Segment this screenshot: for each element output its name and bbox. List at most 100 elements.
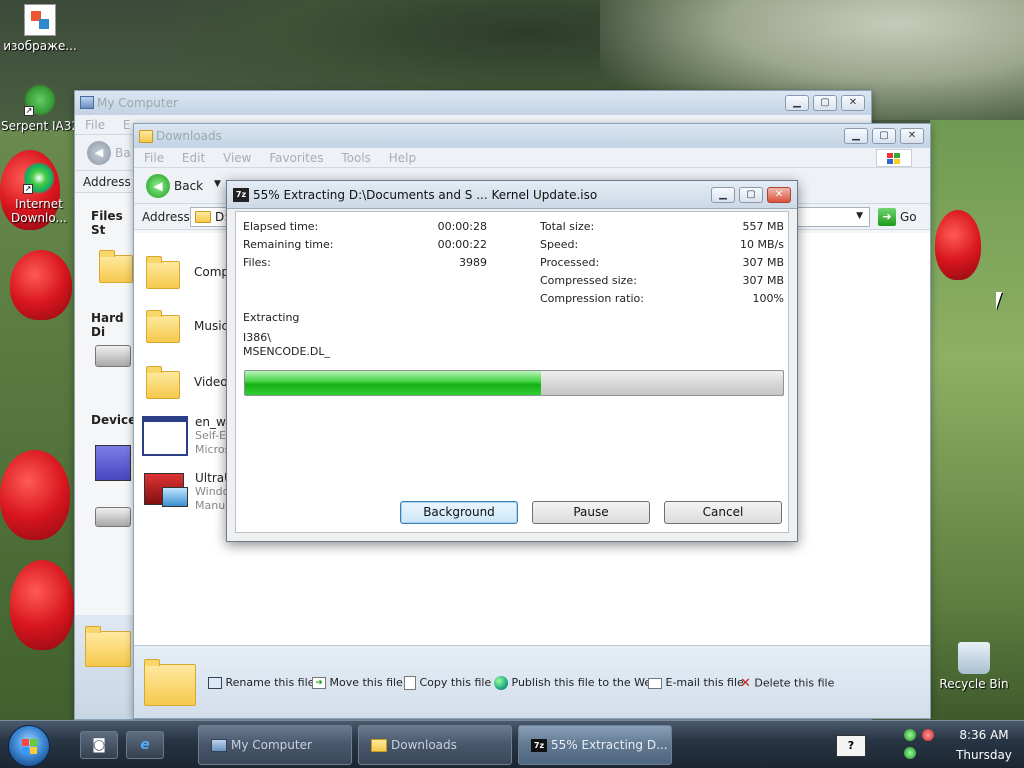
pause-button[interactable]: Pause: [532, 501, 650, 524]
show-desktop-icon: ◙: [92, 737, 106, 753]
file-name: Video: [194, 375, 228, 389]
cancel-button[interactable]: Cancel: [664, 501, 782, 524]
executable-window-icon: [142, 416, 188, 456]
desktop-icon-label: Serpent IA32: [0, 119, 80, 133]
quick-launch-desktop[interactable]: ◙: [80, 731, 118, 759]
desktop-icon-image[interactable]: изображе...: [0, 4, 80, 53]
back-arrow-icon[interactable]: ◀: [146, 174, 170, 198]
back-label[interactable]: Back: [174, 179, 203, 193]
file-type: Self-E: [195, 429, 226, 442]
chevron-down-icon[interactable]: ▼: [856, 211, 863, 221]
task-label: Delete this file: [754, 676, 835, 690]
extract-dialog-titlebar[interactable]: 7z 55% Extracting D:\Documents and S ...…: [227, 181, 797, 209]
desktop-icon-idm[interactable]: ↗ Internet Downlo...: [0, 162, 78, 225]
seven-zip-icon: 7z: [531, 739, 547, 752]
minimize-button[interactable]: ▁: [844, 128, 868, 144]
wallpaper-flower: [10, 560, 74, 650]
go-arrow-icon[interactable]: ➜: [878, 208, 896, 226]
chevron-down-icon[interactable]: ▼: [214, 179, 221, 189]
hard-drive-icon[interactable]: [95, 345, 131, 367]
folder-icon: [146, 256, 180, 289]
stat-row: Compression ratio: 100%: [540, 292, 784, 306]
clock[interactable]: 8:36 AM Thursday: [952, 725, 1016, 765]
current-file: MSENCODE.DL_: [243, 345, 331, 358]
internet-explorer-icon: e: [140, 737, 150, 753]
maximize-button[interactable]: ▢: [813, 95, 837, 111]
minimize-button[interactable]: ▁: [785, 95, 809, 111]
folder-icon: [371, 739, 387, 752]
file-type: Windo: [195, 485, 230, 498]
progress-fill: [245, 371, 541, 395]
window-title: My Computer: [97, 96, 178, 110]
stat-value: 3989: [459, 256, 487, 269]
my-computer-content: Files St Hard Di Devices: [75, 195, 143, 615]
taskbar-item-my-computer[interactable]: My Computer: [198, 725, 352, 765]
network-icon[interactable]: [904, 729, 916, 741]
cd-drive-icon[interactable]: [95, 507, 131, 527]
internet-download-manager-icon: ↗: [23, 162, 55, 194]
start-button[interactable]: [8, 725, 50, 767]
window-title: Downloads: [156, 129, 222, 143]
security-shield-icon[interactable]: [922, 729, 934, 741]
tray-app-icon[interactable]: [904, 747, 916, 759]
delete-icon: ✕: [740, 676, 751, 691]
stat-label: Elapsed time:: [243, 220, 319, 233]
close-button[interactable]: ✕: [900, 128, 924, 144]
stat-label: Compressed size:: [540, 274, 637, 287]
task-delete[interactable]: ✕ Delete this file: [740, 676, 834, 691]
stat-row: Processed: 307 MB: [540, 256, 784, 270]
desktop-icon-serpent[interactable]: ↗ Serpent IA32: [0, 84, 80, 133]
menu-item-favorites[interactable]: Favorites: [269, 151, 323, 165]
maximize-button[interactable]: ▢: [739, 187, 763, 203]
task-copy[interactable]: Copy this file: [404, 676, 491, 690]
recycle-bin-icon: [958, 642, 990, 674]
task-move[interactable]: ➜ Move this file: [312, 676, 403, 689]
computer-icon: [211, 739, 227, 752]
taskbar-item-extract[interactable]: 7z 55% Extracting D...: [518, 725, 672, 765]
extraction-progress-bar: [244, 370, 784, 396]
menu-item-edit[interactable]: Edit: [182, 151, 205, 165]
menu-item-view[interactable]: View: [223, 151, 251, 165]
extract-dialog[interactable]: 7z 55% Extracting D:\Documents and S ...…: [226, 180, 798, 542]
seven-zip-icon: 7z: [233, 188, 249, 202]
stat-label: Speed:: [540, 238, 579, 251]
file-name: en_wi: [195, 415, 230, 429]
minimize-button[interactable]: ▁: [711, 187, 735, 203]
mouse-cursor-icon: [996, 292, 1002, 310]
menu-item-edit[interactable]: E: [123, 118, 131, 132]
my-computer-titlebar[interactable]: My Computer ▁ ▢ ✕: [75, 91, 871, 115]
taskbar-item-downloads[interactable]: Downloads: [358, 725, 512, 765]
email-icon: [648, 677, 662, 689]
task-publish[interactable]: Publish this file to the Web: [494, 676, 658, 690]
desktop-icon-recycle-bin[interactable]: Recycle Bin: [934, 642, 1014, 691]
file-name: Comp: [194, 265, 230, 279]
close-button[interactable]: ✕: [767, 187, 791, 203]
stat-row: Files: 3989: [243, 256, 487, 270]
back-label[interactable]: Ba: [115, 146, 131, 160]
downloads-titlebar[interactable]: Downloads ▁ ▢ ✕: [134, 124, 930, 148]
task-rename[interactable]: Rename this file: [208, 676, 314, 689]
maximize-button[interactable]: ▢: [872, 128, 896, 144]
back-arrow-icon[interactable]: ◀: [87, 141, 111, 165]
stat-label: Total size:: [540, 220, 595, 233]
quick-launch-ie[interactable]: e: [126, 731, 164, 759]
wallpaper-flower: [935, 210, 981, 280]
menu-item-help[interactable]: Help: [389, 151, 416, 165]
task-email[interactable]: E-mail this file: [648, 676, 744, 689]
go-button[interactable]: Go: [900, 210, 917, 224]
menu-item-tools[interactable]: Tools: [341, 151, 371, 165]
dialog-title: 55% Extracting D:\Documents and S ... Ke…: [253, 188, 598, 202]
windows-logo-icon: [22, 739, 38, 755]
floppy-drive-icon[interactable]: [95, 445, 131, 481]
background-button[interactable]: Background: [400, 501, 518, 524]
folder-icon: [139, 130, 153, 143]
stat-value: 307 MB: [742, 274, 784, 287]
close-button[interactable]: ✕: [841, 95, 865, 111]
menu-item-file[interactable]: File: [144, 151, 164, 165]
help-tray-button[interactable]: ?: [836, 735, 866, 757]
globe-icon: [494, 676, 508, 690]
menu-item-file[interactable]: File: [85, 118, 105, 132]
wallpaper-grass-right: [930, 120, 1024, 720]
folder-icon[interactable]: [99, 250, 133, 283]
stat-value: 00:00:22: [437, 238, 487, 251]
